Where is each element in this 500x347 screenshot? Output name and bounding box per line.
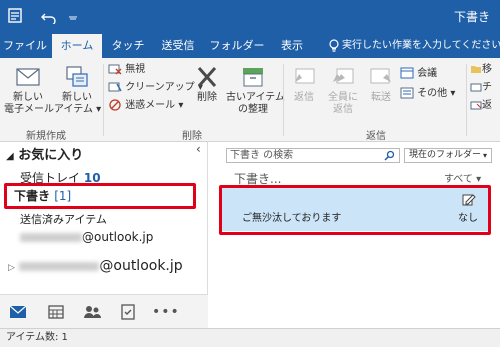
title-bar: 下書き xyxy=(0,0,500,34)
account2-domain: @outlook.jp xyxy=(99,258,183,274)
ribbon-separator xyxy=(283,64,284,136)
cleanup-icon xyxy=(108,82,122,92)
search-icon[interactable] xyxy=(384,150,395,161)
reply-delete-label: 返 xyxy=(482,100,492,111)
tab-send-receive[interactable]: 送受信 xyxy=(154,34,202,58)
favorites-header[interactable]: ◢ お気に入り xyxy=(6,144,83,163)
delete-x-icon xyxy=(197,67,217,87)
ribbon: 新しい 電子メール 新しい アイテム ▾ 新規作成 無視 クリーンアップ ▾ 迷… xyxy=(0,58,500,142)
folder-icon xyxy=(471,66,481,73)
chevron-down-icon: ▾ xyxy=(482,151,487,160)
search-placeholder: 下書き の検索 xyxy=(230,150,294,161)
new-items-label: 新しい アイテム ▾ xyxy=(54,92,102,115)
reply-all-icon xyxy=(333,68,354,84)
tab-view[interactable]: 表示 xyxy=(272,34,312,58)
reply-all-button[interactable]: 全員に 返信 xyxy=(324,64,362,116)
account-domain: @outlook.jp xyxy=(82,230,154,244)
team-email-icon xyxy=(470,83,482,92)
item-count: アイテム数: 1 xyxy=(6,332,68,343)
more-respond-button[interactable]: その他 ▾ xyxy=(400,86,455,102)
collapse-pane-chevron-icon[interactable]: ‹ xyxy=(196,142,201,156)
archive-icon xyxy=(243,68,263,87)
ribbon-separator xyxy=(466,64,467,136)
redacted-account-name xyxy=(19,261,100,271)
forward-icon xyxy=(370,68,391,84)
ignore-button[interactable]: 無視 xyxy=(108,62,145,78)
junk-icon xyxy=(109,99,121,111)
favorites-label: お気に入り xyxy=(18,148,84,163)
ribbon-tabs: ファイル ホーム タッチ 送受信 フォルダー 表示 実行したい作業を入力してくだ… xyxy=(0,34,500,58)
search-input[interactable]: 下書き の検索 xyxy=(226,148,400,163)
tell-me-text: 実行したい作業を入力してください xyxy=(342,40,500,51)
archive-label: 古いアイテム の整理 xyxy=(226,92,285,115)
team-label: チ xyxy=(482,82,492,93)
redacted-account-name xyxy=(20,233,82,242)
scope-label: 現在のフォルダー xyxy=(409,150,482,160)
new-items-icon xyxy=(66,66,88,87)
folder-sent[interactable]: 送信済みアイテム xyxy=(20,211,107,227)
account2-header[interactable]: ▷ @outlook.jp xyxy=(8,258,183,274)
search-scope-dropdown[interactable]: 現在のフォルダー ▾ xyxy=(404,148,492,163)
group-respond-label: 返信 xyxy=(366,131,386,142)
new-items-button[interactable]: 新しい アイテム ▾ xyxy=(54,64,102,116)
account-folder[interactable]: @outlook.jp xyxy=(20,230,153,244)
status-bar: アイテム数: 1 xyxy=(0,328,500,347)
highlight-drafts-box xyxy=(4,183,196,209)
collapse-triangle-icon: ◢ xyxy=(6,151,14,162)
reply-icon xyxy=(295,68,315,84)
ribbon-separator xyxy=(103,64,104,136)
meeting-button[interactable]: 会議 xyxy=(400,66,437,82)
ignore-label: 無視 xyxy=(125,64,146,75)
reply-all-label: 全員に 返信 xyxy=(328,92,358,115)
ignore-icon xyxy=(108,64,122,75)
move-button[interactable]: 移 xyxy=(470,62,492,78)
group-delete-label: 削除 xyxy=(182,131,202,142)
lightbulb-icon xyxy=(329,39,339,52)
qat-dropdown-icon[interactable] xyxy=(64,8,82,24)
delete-button[interactable]: 削除 xyxy=(190,64,224,104)
calendar-icon[interactable] xyxy=(44,301,68,323)
expand-triangle-icon: ▷ xyxy=(8,263,15,273)
forward-label: 転送 xyxy=(371,92,391,103)
reply-delete-button[interactable]: 返 xyxy=(470,98,492,114)
more-modules-icon[interactable]: ••• xyxy=(152,301,179,323)
meeting-label: 会議 xyxy=(417,68,438,79)
module-nav-bar: ••• xyxy=(0,294,208,328)
junk-button[interactable]: 迷惑メール ▾ xyxy=(108,98,183,114)
tasks-icon[interactable] xyxy=(116,301,140,323)
junk-label: 迷惑メール ▾ xyxy=(125,100,184,111)
group-new-label: 新規作成 xyxy=(26,131,66,142)
forward-button[interactable]: 転送 xyxy=(364,64,398,104)
filter-dropdown[interactable]: すべて ▾ xyxy=(444,170,481,185)
more-icon xyxy=(400,87,414,99)
people-icon[interactable] xyxy=(80,301,104,323)
reply-delete-icon xyxy=(470,101,482,110)
reply-label: 返信 xyxy=(294,92,314,103)
new-email-icon xyxy=(16,68,40,86)
archive-button[interactable]: 古いアイテム の整理 xyxy=(226,64,285,116)
move-label: 移 xyxy=(482,64,492,75)
meeting-calendar-icon xyxy=(400,67,414,79)
new-email-label: 新しい 電子メール xyxy=(4,92,54,115)
more-label: その他 ▾ xyxy=(417,88,456,99)
new-email-button[interactable]: 新しい 電子メール xyxy=(4,64,54,116)
tab-folder[interactable]: フォルダー xyxy=(206,34,268,58)
tell-me-box[interactable]: 実行したい作業を入力してください xyxy=(322,34,500,58)
cleanup-button[interactable]: クリーンアップ ▾ xyxy=(108,80,203,96)
delete-label: 削除 xyxy=(197,92,217,103)
team-button[interactable]: チ xyxy=(470,80,492,96)
highlight-message-box xyxy=(219,185,491,235)
undo-icon[interactable] xyxy=(40,8,58,24)
mail-icon[interactable] xyxy=(6,301,30,323)
tab-home[interactable]: ホーム xyxy=(52,34,102,58)
tab-touch[interactable]: タッチ xyxy=(106,34,150,58)
window-title: 下書き xyxy=(453,10,490,24)
reply-button[interactable]: 返信 xyxy=(286,64,322,104)
tab-file[interactable]: ファイル xyxy=(0,34,50,58)
outlook-app-icon xyxy=(8,8,22,23)
